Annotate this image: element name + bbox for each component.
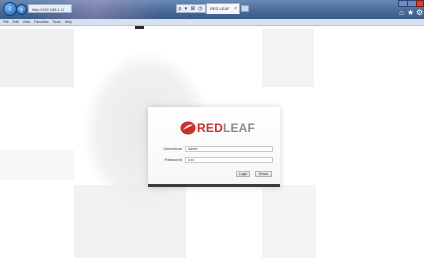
redleaf-logo-icon	[180, 121, 196, 135]
login-button[interactable]: Login	[236, 171, 250, 177]
tab-close-icon[interactable]: ×	[234, 4, 237, 14]
menu-item-file[interactable]: File	[3, 20, 9, 24]
panel-footer-bar	[148, 184, 280, 187]
close-window-button[interactable]	[416, 0, 424, 7]
tab-redleaf[interactable]: RED LEAF ×	[206, 3, 240, 14]
favorites-star-icon[interactable]: ★	[407, 9, 414, 17]
brand-grey: LEAF	[222, 121, 256, 135]
tab-label: RED LEAF	[210, 6, 230, 11]
menu-item-view[interactable]: View	[23, 20, 31, 24]
password-label: Password	[164, 157, 182, 162]
username-input[interactable]: admin	[185, 146, 273, 152]
login-panel: REDLEAF Username admin Password ••••• Lo…	[148, 107, 280, 187]
password-input[interactable]: •••••	[185, 157, 273, 163]
reset-button[interactable]: Reset	[255, 171, 272, 177]
menu-item-tools[interactable]: Tools	[53, 20, 61, 24]
home-icon[interactable]: ⌂	[398, 9, 405, 17]
bg-block	[262, 185, 316, 258]
back-button[interactable]: ‹	[3, 2, 17, 16]
address-controls[interactable]: ρ ▾ ⊠ ◷ ×	[176, 4, 206, 20]
settings-gear-icon[interactable]: ⚙	[416, 9, 423, 17]
forward-button[interactable]: ›	[16, 4, 27, 15]
page-marker	[135, 26, 144, 29]
browser-titlebar: ‹ › http://192.168.1.1/ ρ ▾ ⊠ ◷ × RED LE…	[0, 0, 424, 20]
menu-bar: File Edit View Favorites Tools Help	[0, 19, 424, 26]
menu-item-favorites[interactable]: Favorites	[34, 20, 48, 24]
address-bar[interactable]: http://192.168.1.1/	[28, 4, 72, 13]
menu-item-help[interactable]: Help	[65, 20, 72, 24]
username-label: Username	[163, 146, 182, 151]
bg-block	[0, 29, 74, 87]
new-tab-button[interactable]	[241, 5, 249, 12]
brand-red: RED	[197, 121, 223, 135]
bg-block	[0, 150, 74, 180]
brand-logo-text: REDLEAF	[197, 122, 255, 134]
menu-item-edit[interactable]: Edit	[13, 20, 19, 24]
bg-block	[262, 29, 314, 87]
